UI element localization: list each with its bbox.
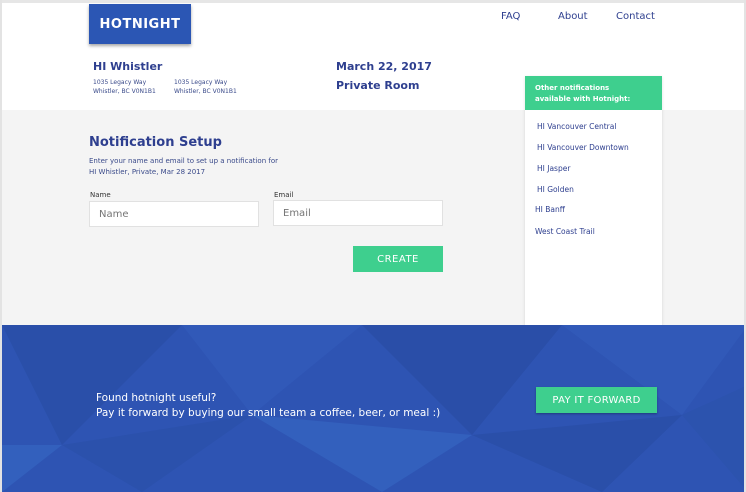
hostel-link[interactable]: HI Vancouver Downtown <box>537 143 629 152</box>
hostel-link[interactable]: HI Jasper <box>537 164 570 173</box>
other-notifications-panel: Other notifications available with Hotni… <box>525 76 662 326</box>
hostel-link[interactable]: HI Golden <box>537 185 574 194</box>
pay-it-forward-button[interactable]: PAY IT FORWARD <box>536 387 657 413</box>
address-street: 1035 Legacy Way <box>93 79 147 86</box>
panel-heading: Other notifications available with Hotni… <box>525 76 662 110</box>
panel-heading-line: Other notifications <box>535 84 610 92</box>
booking-date: March 22, 2017 <box>336 60 432 73</box>
hotel-name: HI Whistler <box>93 60 163 73</box>
email-label: Email <box>274 191 294 199</box>
email-input[interactable] <box>273 200 443 226</box>
footer: Found hotnight useful? Pay it forward by… <box>2 325 744 492</box>
panel-heading-line: available with Hotnight: <box>535 95 631 103</box>
setup-title: Notification Setup <box>89 135 222 150</box>
nav-faq-link[interactable]: FAQ <box>501 11 520 22</box>
name-label: Name <box>90 191 111 199</box>
page-frame: HOTNIGHT FAQ About Contact HI Whistler 1… <box>0 0 746 492</box>
address-city: Whistler, BC V0N1B1 <box>174 88 237 95</box>
nav-contact-link[interactable]: Contact <box>616 11 655 22</box>
hostel-link[interactable]: HI Vancouver Central <box>537 122 616 131</box>
create-button[interactable]: CREATE <box>353 246 443 272</box>
hotel-address-1: 1035 Legacy Way Whistler, BC V0N1B1 <box>93 78 156 96</box>
footer-message: Pay it forward by buying our small team … <box>96 407 441 419</box>
setup-desc-line: Enter your name and email to set up a no… <box>89 157 278 165</box>
room-type: Private Room <box>336 79 420 92</box>
address-city: Whistler, BC V0N1B1 <box>93 88 156 95</box>
setup-desc-line: HI Whistler, Private, Mar 28 2017 <box>89 168 206 176</box>
hotel-address-2: 1035 Legacy Way Whistler, BC V0N1B1 <box>174 78 237 96</box>
footer-question: Found hotnight useful? <box>96 392 217 404</box>
nav-about-link[interactable]: About <box>558 11 588 22</box>
address-street: 1035 Legacy Way <box>174 79 228 86</box>
hostel-link[interactable]: HI Banff <box>535 205 565 214</box>
logo[interactable]: HOTNIGHT <box>89 4 191 44</box>
name-input[interactable] <box>89 201 259 227</box>
setup-description: Enter your name and email to set up a no… <box>89 156 319 178</box>
hostel-link[interactable]: West Coast Trail <box>535 227 595 236</box>
